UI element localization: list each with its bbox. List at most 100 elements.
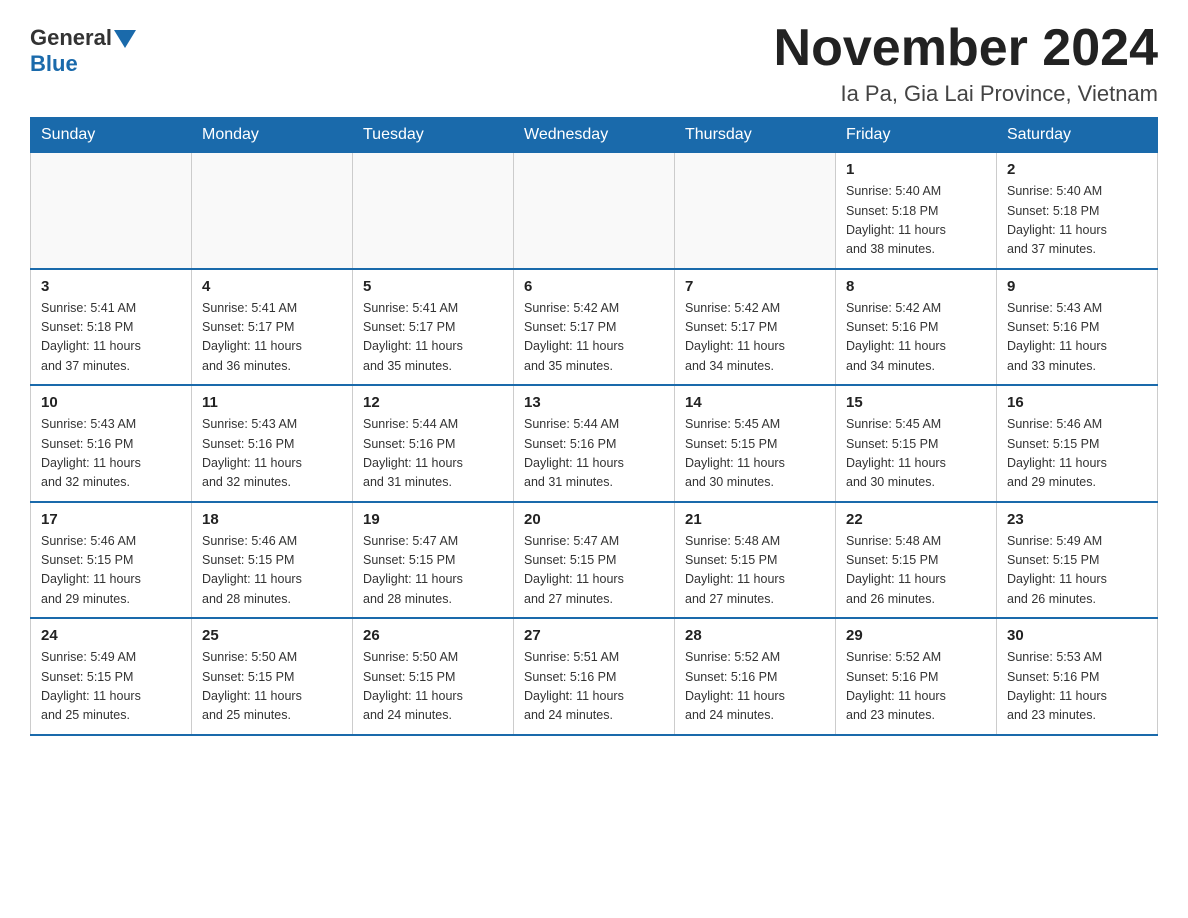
day-info: Sunrise: 5:41 AM Sunset: 5:18 PM Dayligh… bbox=[41, 299, 181, 377]
calendar-week-row: 1 Sunrise: 5:40 AM Sunset: 5:18 PM Daylig… bbox=[31, 153, 1158, 269]
day-number: 23 bbox=[1007, 511, 1147, 528]
day-number: 7 bbox=[685, 278, 825, 295]
day-number: 11 bbox=[202, 394, 342, 411]
day-info: Sunrise: 5:42 AM Sunset: 5:17 PM Dayligh… bbox=[524, 299, 664, 377]
day-info: Sunrise: 5:46 AM Sunset: 5:15 PM Dayligh… bbox=[1007, 415, 1147, 493]
calendar-cell: 1 Sunrise: 5:40 AM Sunset: 5:18 PM Daylig… bbox=[836, 153, 997, 269]
calendar-cell: 3 Sunrise: 5:41 AM Sunset: 5:18 PM Daylig… bbox=[31, 269, 192, 386]
day-number: 22 bbox=[846, 511, 986, 528]
calendar-header-saturday: Saturday bbox=[997, 118, 1158, 153]
day-info: Sunrise: 5:52 AM Sunset: 5:16 PM Dayligh… bbox=[846, 648, 986, 726]
calendar-cell: 4Sunrise: 5:41 AM Sunset: 5:17 PM Daylig… bbox=[192, 269, 353, 386]
calendar-cell: 11 Sunrise: 5:43 AM Sunset: 5:16 PM Dayli… bbox=[192, 385, 353, 502]
day-info: Sunrise: 5:40 AM Sunset: 5:18 PM Dayligh… bbox=[846, 182, 986, 260]
calendar-cell bbox=[192, 153, 353, 269]
day-number: 9 bbox=[1007, 278, 1147, 295]
calendar-cell: 23Sunrise: 5:49 AM Sunset: 5:15 PM Dayli… bbox=[997, 502, 1158, 619]
day-info: Sunrise: 5:40 AM Sunset: 5:18 PM Dayligh… bbox=[1007, 182, 1147, 260]
day-info: Sunrise: 5:48 AM Sunset: 5:15 PM Dayligh… bbox=[685, 532, 825, 610]
day-number: 10 bbox=[41, 394, 181, 411]
day-number: 18 bbox=[202, 511, 342, 528]
calendar-cell bbox=[353, 153, 514, 269]
calendar-cell bbox=[675, 153, 836, 269]
day-number: 14 bbox=[685, 394, 825, 411]
calendar-cell: 6 Sunrise: 5:42 AM Sunset: 5:17 PM Daylig… bbox=[514, 269, 675, 386]
calendar-header-sunday: Sunday bbox=[31, 118, 192, 153]
day-number: 26 bbox=[363, 627, 503, 644]
calendar-header-monday: Monday bbox=[192, 118, 353, 153]
calendar-cell: 29 Sunrise: 5:52 AM Sunset: 5:16 PM Dayli… bbox=[836, 618, 997, 735]
calendar-cell: 12Sunrise: 5:44 AM Sunset: 5:16 PM Dayli… bbox=[353, 385, 514, 502]
calendar-cell: 8 Sunrise: 5:42 AM Sunset: 5:16 PM Daylig… bbox=[836, 269, 997, 386]
day-number: 25 bbox=[202, 627, 342, 644]
day-info: Sunrise: 5:43 AM Sunset: 5:16 PM Dayligh… bbox=[41, 415, 181, 493]
day-info: Sunrise: 5:48 AM Sunset: 5:15 PM Dayligh… bbox=[846, 532, 986, 610]
calendar-table: SundayMondayTuesdayWednesdayThursdayFrid… bbox=[30, 117, 1158, 736]
day-number: 13 bbox=[524, 394, 664, 411]
day-info: Sunrise: 5:49 AM Sunset: 5:15 PM Dayligh… bbox=[41, 648, 181, 726]
calendar-cell: 18Sunrise: 5:46 AM Sunset: 5:15 PM Dayli… bbox=[192, 502, 353, 619]
calendar-cell: 28 Sunrise: 5:52 AM Sunset: 5:16 PM Dayli… bbox=[675, 618, 836, 735]
calendar-header-friday: Friday bbox=[836, 118, 997, 153]
calendar-week-row: 10 Sunrise: 5:43 AM Sunset: 5:16 PM Dayli… bbox=[31, 385, 1158, 502]
day-number: 28 bbox=[685, 627, 825, 644]
calendar-cell: 13 Sunrise: 5:44 AM Sunset: 5:16 PM Dayli… bbox=[514, 385, 675, 502]
day-info: Sunrise: 5:47 AM Sunset: 5:15 PM Dayligh… bbox=[524, 532, 664, 610]
day-number: 6 bbox=[524, 278, 664, 295]
day-info: Sunrise: 5:50 AM Sunset: 5:15 PM Dayligh… bbox=[202, 648, 342, 726]
day-info: Sunrise: 5:43 AM Sunset: 5:16 PM Dayligh… bbox=[202, 415, 342, 493]
calendar-header-tuesday: Tuesday bbox=[353, 118, 514, 153]
calendar-cell: 19Sunrise: 5:47 AM Sunset: 5:15 PM Dayli… bbox=[353, 502, 514, 619]
calendar-header-wednesday: Wednesday bbox=[514, 118, 675, 153]
logo-triangle-icon bbox=[114, 30, 136, 48]
page-header: General Blue November 2024 Ia Pa, Gia La… bbox=[30, 20, 1158, 107]
day-info: Sunrise: 5:47 AM Sunset: 5:15 PM Dayligh… bbox=[363, 532, 503, 610]
calendar-week-row: 3 Sunrise: 5:41 AM Sunset: 5:18 PM Daylig… bbox=[31, 269, 1158, 386]
day-number: 29 bbox=[846, 627, 986, 644]
calendar-header-row: SundayMondayTuesdayWednesdayThursdayFrid… bbox=[31, 118, 1158, 153]
calendar-cell bbox=[31, 153, 192, 269]
day-info: Sunrise: 5:50 AM Sunset: 5:15 PM Dayligh… bbox=[363, 648, 503, 726]
day-info: Sunrise: 5:51 AM Sunset: 5:16 PM Dayligh… bbox=[524, 648, 664, 726]
day-info: Sunrise: 5:52 AM Sunset: 5:16 PM Dayligh… bbox=[685, 648, 825, 726]
day-number: 17 bbox=[41, 511, 181, 528]
day-number: 5 bbox=[363, 278, 503, 295]
day-info: Sunrise: 5:53 AM Sunset: 5:16 PM Dayligh… bbox=[1007, 648, 1147, 726]
calendar-cell: 14 Sunrise: 5:45 AM Sunset: 5:15 PM Dayli… bbox=[675, 385, 836, 502]
calendar-cell: 2Sunrise: 5:40 AM Sunset: 5:18 PM Daylig… bbox=[997, 153, 1158, 269]
logo-general: General bbox=[30, 25, 112, 51]
day-info: Sunrise: 5:44 AM Sunset: 5:16 PM Dayligh… bbox=[363, 415, 503, 493]
logo: General Blue bbox=[30, 25, 136, 77]
calendar-cell: 27 Sunrise: 5:51 AM Sunset: 5:16 PM Dayli… bbox=[514, 618, 675, 735]
day-number: 27 bbox=[524, 627, 664, 644]
day-number: 8 bbox=[846, 278, 986, 295]
day-info: Sunrise: 5:42 AM Sunset: 5:16 PM Dayligh… bbox=[846, 299, 986, 377]
calendar-cell: 10 Sunrise: 5:43 AM Sunset: 5:16 PM Dayli… bbox=[31, 385, 192, 502]
logo-blue: Blue bbox=[30, 51, 78, 76]
day-info: Sunrise: 5:41 AM Sunset: 5:17 PM Dayligh… bbox=[202, 299, 342, 377]
calendar-cell: 21 Sunrise: 5:48 AM Sunset: 5:15 PM Dayli… bbox=[675, 502, 836, 619]
calendar-header-thursday: Thursday bbox=[675, 118, 836, 153]
day-info: Sunrise: 5:45 AM Sunset: 5:15 PM Dayligh… bbox=[846, 415, 986, 493]
calendar-cell: 26 Sunrise: 5:50 AM Sunset: 5:15 PM Dayli… bbox=[353, 618, 514, 735]
calendar-cell: 25 Sunrise: 5:50 AM Sunset: 5:15 PM Dayli… bbox=[192, 618, 353, 735]
day-number: 21 bbox=[685, 511, 825, 528]
title-area: November 2024 Ia Pa, Gia Lai Province, V… bbox=[774, 20, 1158, 107]
calendar-cell: 22 Sunrise: 5:48 AM Sunset: 5:15 PM Dayli… bbox=[836, 502, 997, 619]
calendar-cell bbox=[514, 153, 675, 269]
calendar-cell: 9 Sunrise: 5:43 AM Sunset: 5:16 PM Daylig… bbox=[997, 269, 1158, 386]
day-info: Sunrise: 5:42 AM Sunset: 5:17 PM Dayligh… bbox=[685, 299, 825, 377]
day-number: 30 bbox=[1007, 627, 1147, 644]
month-title: November 2024 bbox=[774, 20, 1158, 77]
day-number: 1 bbox=[846, 161, 986, 178]
calendar-cell: 5 Sunrise: 5:41 AM Sunset: 5:17 PM Daylig… bbox=[353, 269, 514, 386]
calendar-cell: 20Sunrise: 5:47 AM Sunset: 5:15 PM Dayli… bbox=[514, 502, 675, 619]
day-number: 3 bbox=[41, 278, 181, 295]
day-info: Sunrise: 5:41 AM Sunset: 5:17 PM Dayligh… bbox=[363, 299, 503, 377]
day-info: Sunrise: 5:45 AM Sunset: 5:15 PM Dayligh… bbox=[685, 415, 825, 493]
day-number: 16 bbox=[1007, 394, 1147, 411]
day-info: Sunrise: 5:43 AM Sunset: 5:16 PM Dayligh… bbox=[1007, 299, 1147, 377]
day-info: Sunrise: 5:44 AM Sunset: 5:16 PM Dayligh… bbox=[524, 415, 664, 493]
calendar-week-row: 24Sunrise: 5:49 AM Sunset: 5:15 PM Dayli… bbox=[31, 618, 1158, 735]
calendar-cell: 30 Sunrise: 5:53 AM Sunset: 5:16 PM Dayli… bbox=[997, 618, 1158, 735]
